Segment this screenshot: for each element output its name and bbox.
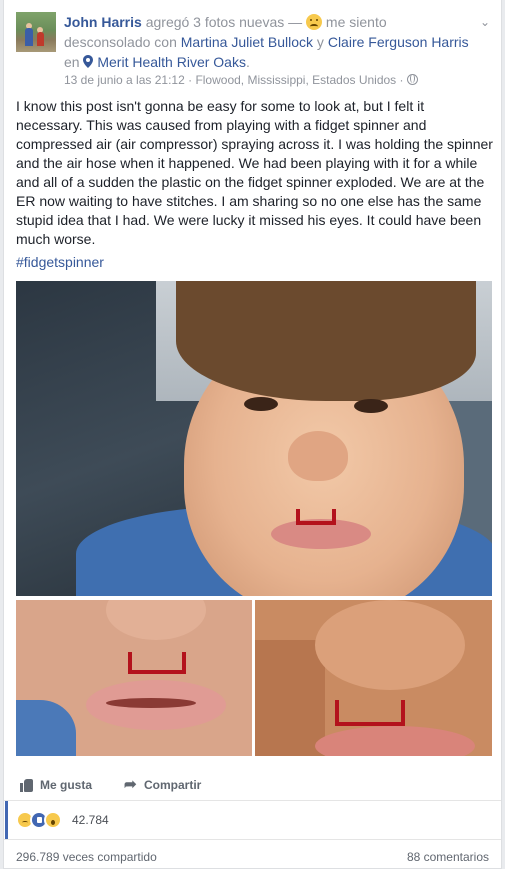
post-header-text: John Harris agregó 3 fotos nuevas — me s… <box>64 12 469 72</box>
location-link[interactable]: Merit Health River Oaks <box>97 54 246 70</box>
globe-icon[interactable] <box>406 74 418 85</box>
action-bar: Me gusta ➦ Compartir <box>16 770 492 800</box>
share-arrow-icon: ➦ <box>124 776 137 793</box>
reaction-icons <box>16 811 62 829</box>
author-name-link[interactable]: John Harris <box>64 14 142 30</box>
reactions-summary[interactable]: 42.784 <box>5 801 501 839</box>
meta-separator-2: · <box>396 73 407 87</box>
like-label: Me gusta <box>40 778 93 792</box>
meta-separator: · <box>184 73 196 87</box>
thumbs-up-icon <box>20 778 34 792</box>
divider <box>4 839 501 840</box>
post-header: John Harris agregó 3 fotos nuevas — me s… <box>16 12 491 92</box>
share-label: Compartir <box>144 778 202 792</box>
shares-count-link[interactable]: 296.789 veces compartido <box>16 849 157 865</box>
location-pin-icon <box>83 55 94 68</box>
reactions-count[interactable]: 42.784 <box>72 812 109 828</box>
place-link[interactable]: Flowood, Mississippi, Estados Unidos <box>195 73 396 87</box>
post-card: John Harris agregó 3 fotos nuevas — me s… <box>3 0 502 869</box>
wow-reaction-icon <box>44 811 62 829</box>
post-photo-main[interactable] <box>16 281 492 596</box>
author-avatar[interactable] <box>16 12 56 52</box>
post-meta: 13 de junio a las 21:12 · Flowood, Missi… <box>64 72 418 88</box>
tagged-user-link-2[interactable]: Claire Ferguson Harris <box>328 34 469 50</box>
location-prefix: en <box>64 54 84 70</box>
tagged-user-link-1[interactable]: Martina Juliet Bullock <box>181 34 313 50</box>
chevron-down-icon[interactable]: ⌄ <box>479 16 491 28</box>
post-footer: 296.789 veces compartido 88 comentarios <box>16 849 489 865</box>
hashtag-link[interactable]: #fidgetspinner <box>16 253 104 272</box>
conjunction-text: y <box>313 34 328 50</box>
like-button[interactable]: Me gusta <box>20 776 92 794</box>
location-suffix: . <box>245 54 250 70</box>
post-body-text: I know this post isn't gonna be easy for… <box>16 98 493 247</box>
comments-count-link[interactable]: 88 comentarios <box>407 849 489 865</box>
post-photo-3[interactable] <box>255 600 492 756</box>
post-photo-2[interactable] <box>16 600 252 756</box>
share-button[interactable]: ➦ Compartir <box>124 776 201 794</box>
sad-face-icon <box>306 14 323 30</box>
timestamp-link[interactable]: 13 de junio a las 21:12 <box>64 73 185 87</box>
action-text: agregó 3 fotos nuevas — <box>145 14 307 30</box>
